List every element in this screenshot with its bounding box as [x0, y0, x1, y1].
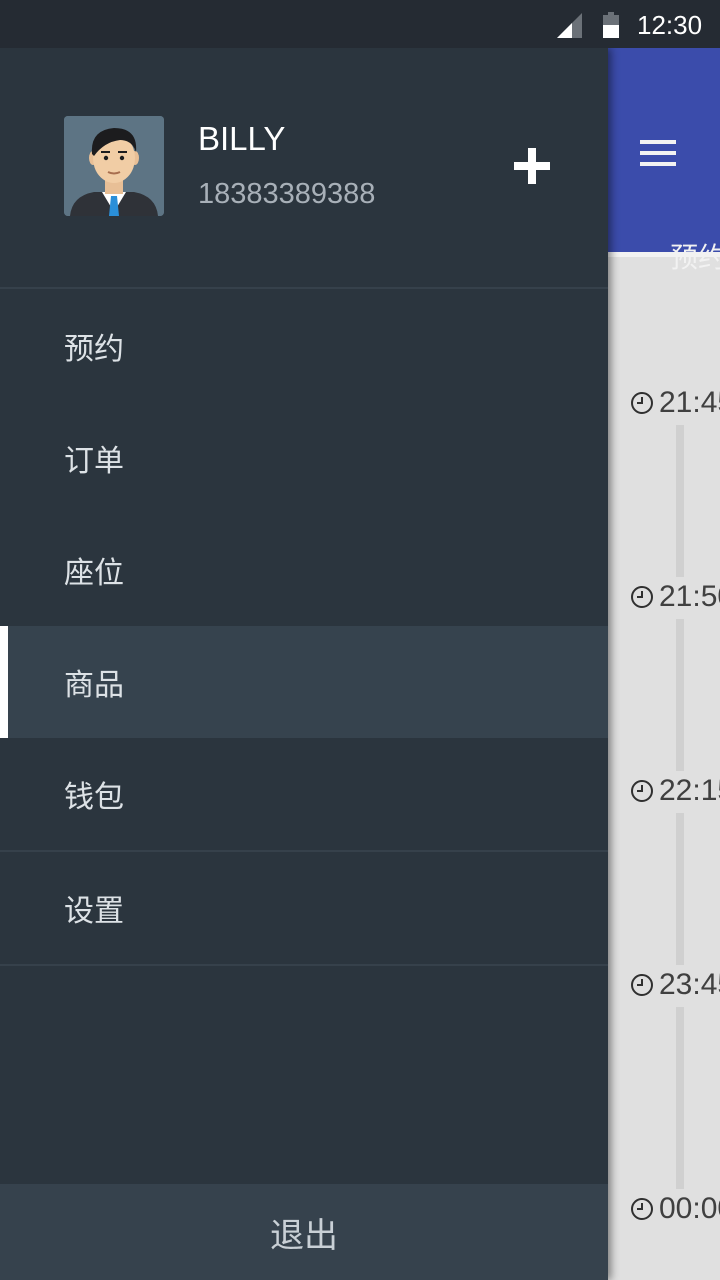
cell-signal-icon [557, 13, 582, 38]
menu-item-label: 钱包 [64, 780, 124, 815]
plus-icon[interactable] [512, 146, 552, 186]
drawer-menu: 预约 订单 座位 商品 钱包 设置 [0, 290, 608, 966]
menu-item-label: 订单 [64, 444, 124, 479]
navigation-drawer: BILLY 18383389388 预约 订单 座位 商品 钱包 设置 退出 [0, 48, 608, 1280]
battery-icon [603, 12, 619, 38]
logout-button[interactable]: 退出 [0, 1184, 608, 1280]
menu-item-settings[interactable]: 设置 [0, 852, 608, 964]
status-bar: 12:30 [0, 0, 720, 48]
profile-header: BILLY 18383389388 [0, 48, 608, 289]
menu-item-goods[interactable]: 商品 [0, 626, 608, 738]
profile-phone: 18383389388 [198, 178, 376, 210]
avatar-illustration [64, 116, 164, 216]
menu-item-label: 预约 [64, 332, 124, 367]
menu-item-label: 座位 [64, 556, 124, 591]
drawer-scrim[interactable] [608, 48, 720, 1280]
menu-divider [0, 964, 608, 966]
menu-item-reservation[interactable]: 预约 [0, 290, 608, 402]
logout-label: 退出 [270, 1215, 338, 1256]
menu-item-seats[interactable]: 座位 [0, 514, 608, 626]
menu-item-label: 设置 [64, 894, 124, 929]
status-time: 12:30 [637, 10, 703, 40]
profile-name: BILLY [198, 120, 286, 157]
menu-item-label: 商品 [64, 668, 124, 703]
avatar[interactable] [64, 116, 164, 216]
menu-item-wallet[interactable]: 钱包 [0, 738, 608, 850]
menu-item-orders[interactable]: 订单 [0, 402, 608, 514]
